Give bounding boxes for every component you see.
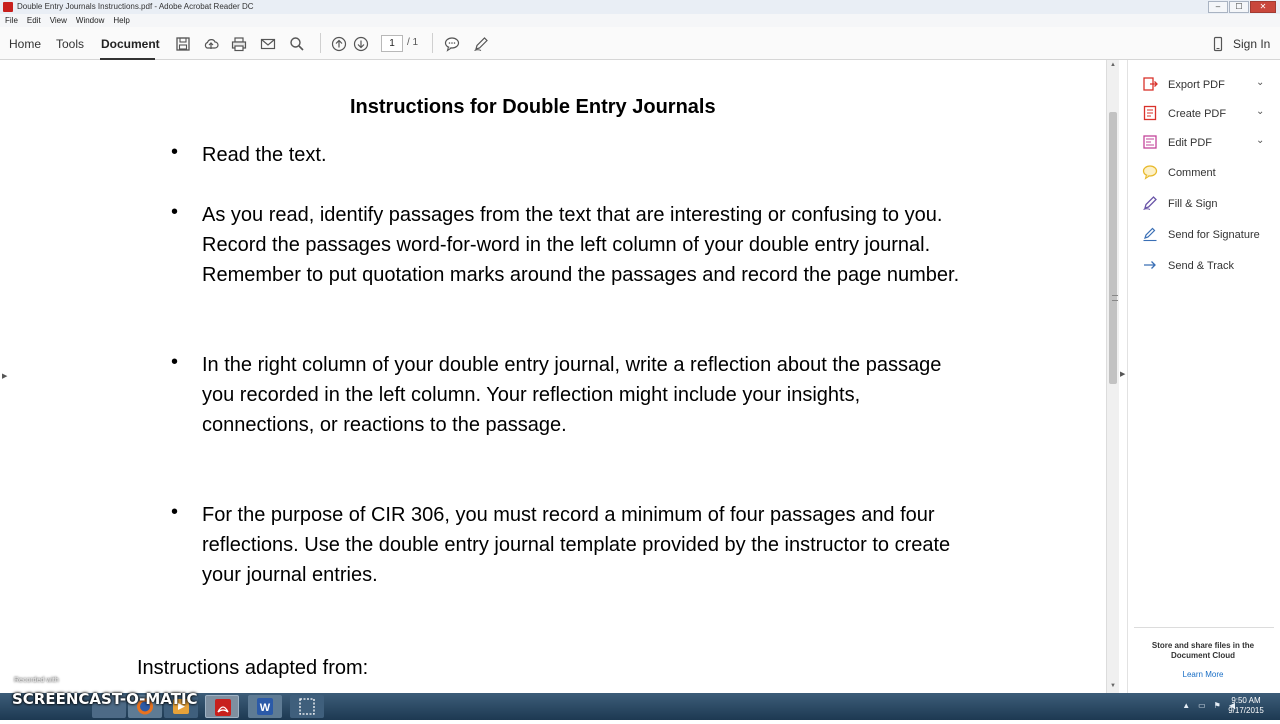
maximize-button[interactable]: ☐ [1229,1,1249,13]
acrobat-app-icon [3,2,13,12]
tool-fill-sign[interactable]: Fill & Sign [1142,195,1276,217]
tool-create-pdf[interactable]: Create PDF ⌄ [1142,105,1276,127]
toolbar-separator [320,33,321,53]
tray-expand-icon[interactable]: ▲ [1182,701,1190,710]
save-icon[interactable] [175,36,191,52]
tab-document[interactable]: Document [101,37,160,51]
comment-icon[interactable] [444,36,460,52]
promo-divider [1134,627,1274,628]
taskbar-word-icon[interactable]: W [248,695,282,718]
tool-send-track[interactable]: Send & Track [1142,257,1276,279]
tab-home[interactable]: Home [9,37,41,51]
send-signature-icon [1143,227,1157,242]
instruction-paragraph: For the purpose of CIR 306, you must rec… [202,504,951,586]
taskbar-clock[interactable]: 9:50 AM 9/17/2015 [1216,696,1276,716]
recording-watermark: Recorded with [14,677,59,684]
bullet-icon: • [171,501,179,523]
create-pdf-icon [1143,105,1157,121]
export-pdf-icon [1143,77,1158,91]
minimize-button[interactable]: ‒ [1208,1,1228,13]
instruction-paragraph: In the right column of your double entry… [202,354,942,436]
left-pane-toggle-icon[interactable]: ▶ [2,372,7,380]
tool-label: Export PDF [1168,79,1225,91]
window-title-bar: Double Entry Journals Instructions.pdf -… [0,0,1280,14]
clock-time: 9:50 AM [1231,696,1261,705]
scrollbar-thumb[interactable] [1109,112,1118,384]
email-icon[interactable] [260,36,276,52]
tray-network-icon[interactable]: ▭ [1198,701,1206,710]
svg-text:W: W [260,702,271,714]
fill-sign-icon [1143,196,1157,210]
tool-comment[interactable]: Comment [1142,164,1276,186]
toolbar-separator [432,33,433,53]
bullet-icon: • [171,201,179,223]
chevron-down-icon[interactable]: ⌄ [1256,106,1264,117]
menu-file[interactable]: File [5,14,18,27]
document-footer-text: Instructions adapted from: [137,657,369,679]
search-icon[interactable] [289,36,305,52]
close-button[interactable]: ✕ [1250,1,1276,13]
print-icon[interactable] [231,36,247,52]
tool-label: Create PDF [1168,108,1227,120]
tool-label: Send & Track [1168,260,1235,272]
main-toolbar: Home Tools Document 1 / 1 Sign In [0,27,1280,60]
page-number-input[interactable]: 1 [381,35,403,52]
scroll-down-icon[interactable]: ▼ [1110,683,1116,689]
page-total: / 1 [407,37,419,48]
tab-tools[interactable]: Tools [56,37,84,51]
scroll-grip-icon [1112,295,1118,301]
chevron-down-icon[interactable]: ⌄ [1256,77,1264,88]
screencast-o-matic-logo: SCREENCAST-O-MATIC [12,690,198,708]
menu-help[interactable]: Help [113,14,129,27]
document-cloud-promo: Store and share files in the Document Cl… [1151,641,1255,660]
pen-icon[interactable] [473,36,489,52]
next-page-icon[interactable] [353,36,369,52]
instruction-paragraph: As you read, identify passages from the … [202,204,960,286]
chevron-down-icon[interactable]: ⌄ [1256,135,1264,146]
menu-edit[interactable]: Edit [27,14,41,27]
tools-pane: Export PDF ⌄ Create PDF ⌄ Edit PDF ⌄ Com… [1127,60,1280,693]
scroll-up-icon[interactable]: ▲ [1110,62,1116,68]
document-view[interactable]: ▶ Instructions for Double Entry Journals… [0,60,1106,693]
menu-window[interactable]: Window [76,14,104,27]
tool-label: Edit PDF [1168,137,1213,149]
bullet-icon: • [171,141,179,163]
window-title: Double Entry Journals Instructions.pdf -… [17,2,254,11]
clock-date: 9/17/2015 [1228,706,1264,715]
tool-edit-pdf[interactable]: Edit PDF ⌄ [1142,134,1276,156]
comment-icon [1142,165,1158,180]
menu-bar: File Edit View Window Help [0,14,1280,27]
document-title: Instructions for Double Entry Journals [350,96,716,118]
menu-view[interactable]: View [50,14,67,27]
tool-export-pdf[interactable]: Export PDF ⌄ [1142,76,1276,98]
send-track-icon [1144,261,1156,269]
upload-cloud-icon[interactable] [203,36,219,52]
taskbar-acrobat-icon[interactable] [205,695,239,718]
sign-in-link[interactable]: Sign In [1233,37,1270,51]
tool-send-for-signature[interactable]: Send for Signature [1142,226,1276,248]
prev-page-icon[interactable] [331,36,347,52]
right-pane-toggle-icon[interactable]: ▶ [1120,370,1125,378]
vertical-scrollbar[interactable]: ▲ ▼ [1106,60,1119,693]
tool-label: Fill & Sign [1168,198,1218,210]
tool-label: Comment [1168,167,1216,179]
mobile-device-icon[interactable] [1210,36,1226,52]
tool-label: Send for Signature [1168,229,1260,241]
instruction-paragraph: Read the text. [202,144,327,166]
learn-more-link[interactable]: Learn More [1138,670,1268,679]
taskbar-snipping-icon[interactable] [290,695,324,718]
bullet-icon: • [171,351,179,373]
edit-pdf-icon [1143,135,1157,149]
